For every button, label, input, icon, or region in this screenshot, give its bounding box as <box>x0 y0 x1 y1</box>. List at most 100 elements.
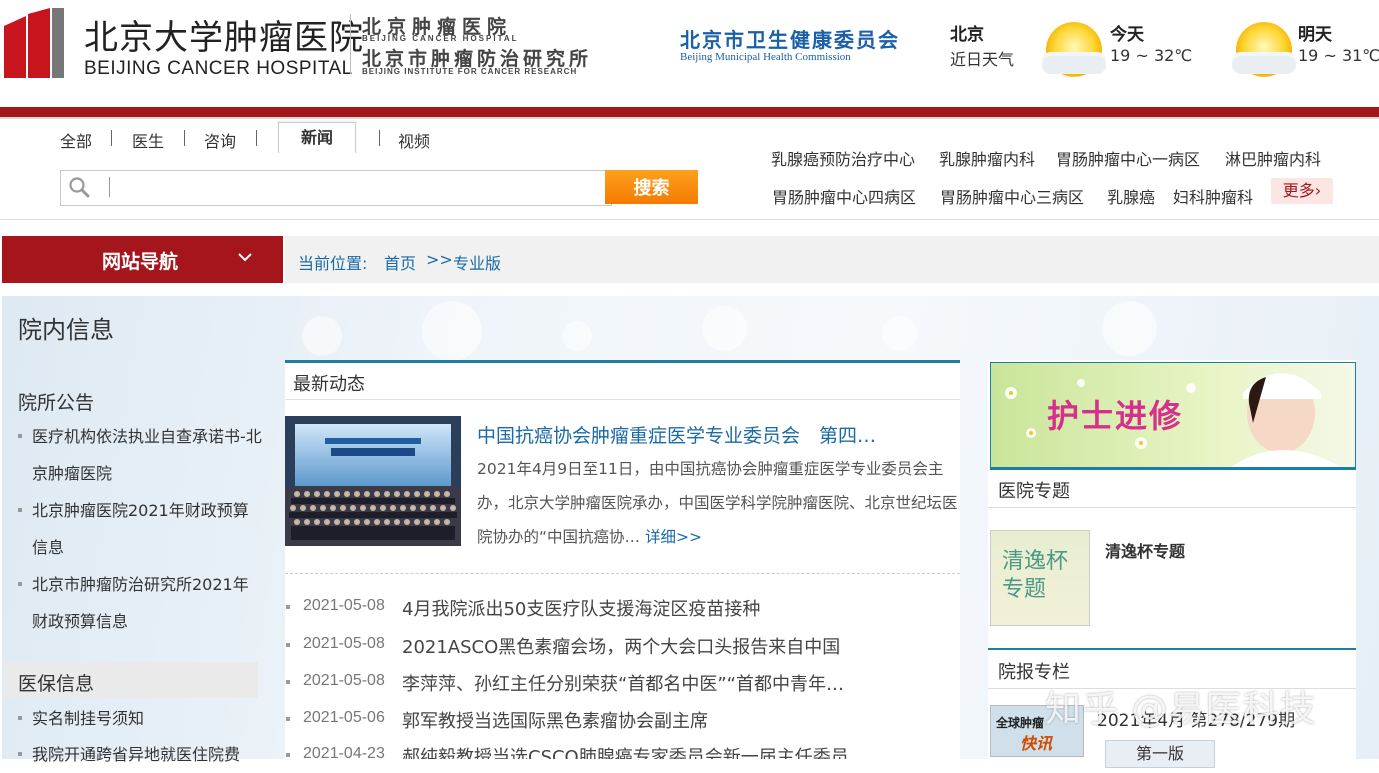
cloud-icon <box>1232 56 1296 74</box>
watermark: 知乎 @易医科技 <box>1045 689 1317 730</box>
announcement-item[interactable]: 北京市肿瘤防治研究所2021年财政预算信息 <box>32 566 264 640</box>
hot-link[interactable]: 胃肠肿瘤中心一病区 <box>1056 146 1200 170</box>
header-divider <box>350 14 351 74</box>
hospital-topics-heading: 医院专题 <box>998 481 1070 502</box>
text-caret <box>109 177 110 197</box>
weather-today-label: 今天 <box>1110 25 1144 45</box>
news-item[interactable]: 2021-05-08 2021ASCO黑色素瘤会场，两个大会口头报告来自中国 <box>286 627 961 665</box>
hot-link[interactable]: 乳腺肿瘤内科 <box>939 146 1035 170</box>
announcement-item[interactable]: 医疗机构依法执业自查承诺书-北京肿瘤医院 <box>32 418 264 492</box>
more-links-button[interactable]: 更多› <box>1271 178 1333 204</box>
weather-tomorrow-label: 明天 <box>1298 25 1332 45</box>
tab-divider <box>111 130 112 146</box>
list-bullet <box>18 434 22 438</box>
news-item[interactable]: 2021-05-06 郭军教授当选国际黑色素瘤协会副主席 <box>286 701 961 739</box>
weather-recent-label: 近日天气 <box>950 50 1015 69</box>
news-item[interactable]: 2021-05-08 4月我院派出50支医疗队支援海淀区疫苗接种 <box>286 589 961 627</box>
search-tab-news[interactable]: 新闻 <box>278 122 356 153</box>
news-date: 2021-05-06 <box>303 709 385 726</box>
decor-bokeh <box>702 306 747 351</box>
news-date: 2021-05-08 <box>303 635 385 652</box>
insurance-heading: 医保信息 <box>18 673 95 695</box>
hot-link[interactable]: 胃肠肿瘤中心四病区 <box>772 184 916 208</box>
breadcrumb-separator: >> <box>426 250 453 269</box>
announcement-item[interactable]: 北京肿瘤医院2021年财政预算信息 <box>32 492 264 566</box>
search-tab-doctor[interactable]: 医生 <box>132 128 164 152</box>
hospital-logo-icon[interactable] <box>4 8 64 78</box>
nurse-training-banner[interactable]: 护士进修 <box>990 362 1356 470</box>
search-input[interactable] <box>60 170 612 206</box>
list-bullet <box>286 753 290 757</box>
decor-bokeh <box>302 316 342 356</box>
list-bullet <box>286 717 290 721</box>
hot-link[interactable]: 胃肠肿瘤中心三病区 <box>940 184 1084 208</box>
list-bullet <box>18 716 22 720</box>
news-title[interactable]: 李萍萍、孙红主任分别荣获“首都名中医”“首都中青年… <box>402 670 844 696</box>
news-title[interactable]: 郝纯毅教授当选CSCO肺腺癌专家委员会新一届主任委员 <box>402 743 849 759</box>
list-bullet <box>286 643 290 647</box>
tab-divider <box>184 130 185 146</box>
search-tab-all[interactable]: 全部 <box>60 128 92 152</box>
commission-link[interactable]: 北京市卫生健康委员会 <box>680 24 900 53</box>
insurance-item[interactable]: 实名制挂号须知 <box>32 700 264 737</box>
hot-link[interactable]: 妇科肿瘤科 <box>1173 184 1253 208</box>
search-tab-video[interactable]: 视频 <box>398 128 430 152</box>
qingyi-cup-thumb-text: 清逸杯专题 <box>1002 549 1069 602</box>
hot-link[interactable]: 乳腺癌 <box>1107 184 1155 208</box>
decor-bokeh <box>422 301 482 361</box>
breadcrumb-home[interactable]: 首页 <box>384 250 416 274</box>
news-date: 2021-05-08 <box>303 672 385 689</box>
hot-link[interactable]: 乳腺癌预防治疗中心 <box>771 146 915 170</box>
page-one-button[interactable]: 第一版 <box>1105 740 1215 768</box>
featured-news-body: 2021年4月9日至11日，由中国抗癌协会肿瘤重症医学专业委员会主办，北京大学肿… <box>477 460 958 546</box>
featured-news-photo[interactable] <box>285 416 461 546</box>
site-header: 北京大学肿瘤医院 BEIJING CANCER HOSPITAL 北京肿瘤医院 … <box>0 0 1379 105</box>
news-date: 2021-05-08 <box>303 597 385 614</box>
search-button[interactable]: 搜索 <box>605 170 698 204</box>
news-divider <box>285 573 960 574</box>
breadcrumb-current[interactable]: 专业版 <box>453 250 501 274</box>
hospital-name-en[interactable]: BEIJING CANCER HOSPITAL <box>84 58 353 80</box>
institute-name-2-en: BEIJING INSTITUTE FOR CANCER RESEARCH <box>362 67 578 76</box>
featured-news-summary: 2021年4月9日至11日，由中国抗癌协会肿瘤重症医学专业委员会主办，北京大学肿… <box>477 452 961 554</box>
section-divider <box>988 507 1356 508</box>
commission-link-en[interactable]: Beijing Municipal Health Commission <box>680 51 851 63</box>
weather-today-temp: 19 ~ 32℃ <box>1110 46 1193 65</box>
tab-divider <box>379 130 380 146</box>
news-title-bar <box>285 363 960 400</box>
page-title: 院内信息 <box>18 316 114 344</box>
hot-link[interactable]: 淋巴肿瘤内科 <box>1225 146 1321 170</box>
news-date: 2021-04-23 <box>303 745 385 759</box>
list-bullet <box>18 582 22 586</box>
list-bullet <box>18 752 22 756</box>
newspaper-thumb-title: 全球肿瘤 <box>996 716 1045 730</box>
breadcrumb-prefix: 当前位置: <box>298 254 368 273</box>
header-red-bar <box>0 107 1379 117</box>
news-title[interactable]: 郭军教授当选国际黑色素瘤协会副主席 <box>402 707 708 733</box>
qingyi-cup-link[interactable]: 清逸杯专题 <box>1105 538 1185 562</box>
site-nav-label: 网站导航 <box>102 251 179 273</box>
featured-news-title[interactable]: 中国抗癌协会肿瘤重症医学专业委员会 第四… <box>477 421 876 448</box>
newspaper-thumb-subtitle: 快讯 <box>1020 734 1053 753</box>
news-section-title: 最新动态 <box>293 374 365 395</box>
news-title[interactable]: 2021ASCO黑色素瘤会场，两个大会口头报告来自中国 <box>402 633 840 659</box>
search-tab-consult[interactable]: 咨询 <box>204 128 236 152</box>
insurance-item[interactable]: 我院开通跨省异地就医住院费 <box>32 736 264 773</box>
news-item[interactable]: 2021-04-23 郝纯毅教授当选CSCO肺腺癌专家委员会新一届主任委员 <box>286 737 961 759</box>
featured-news-more-link[interactable]: 详细>> <box>645 528 702 546</box>
banner-text: 护士进修 <box>1047 397 1184 435</box>
list-bullet <box>286 680 290 684</box>
chevron-down-icon <box>238 253 252 262</box>
list-bullet <box>286 605 290 609</box>
decor-bokeh <box>882 316 917 351</box>
site-nav-button[interactable]: 网站导航 <box>2 236 283 283</box>
weather-tomorrow-temp: 19 ~ 31℃ <box>1298 46 1379 65</box>
decor-bokeh <box>562 321 592 351</box>
news-item[interactable]: 2021-05-08 李萍萍、孙红主任分别荣获“首都名中医”“首都中青年… <box>286 664 961 702</box>
cloud-icon <box>1042 56 1106 74</box>
hospital-name-cn[interactable]: 北京大学肿瘤医院 <box>84 10 364 59</box>
institute-name-1-en: BEIJING CANCER HOSPITAL <box>362 34 519 43</box>
weather-city: 北京 <box>950 25 984 45</box>
section-top-line <box>988 648 1356 650</box>
news-title[interactable]: 4月我院派出50支医疗队支援海淀区疫苗接种 <box>402 595 760 621</box>
